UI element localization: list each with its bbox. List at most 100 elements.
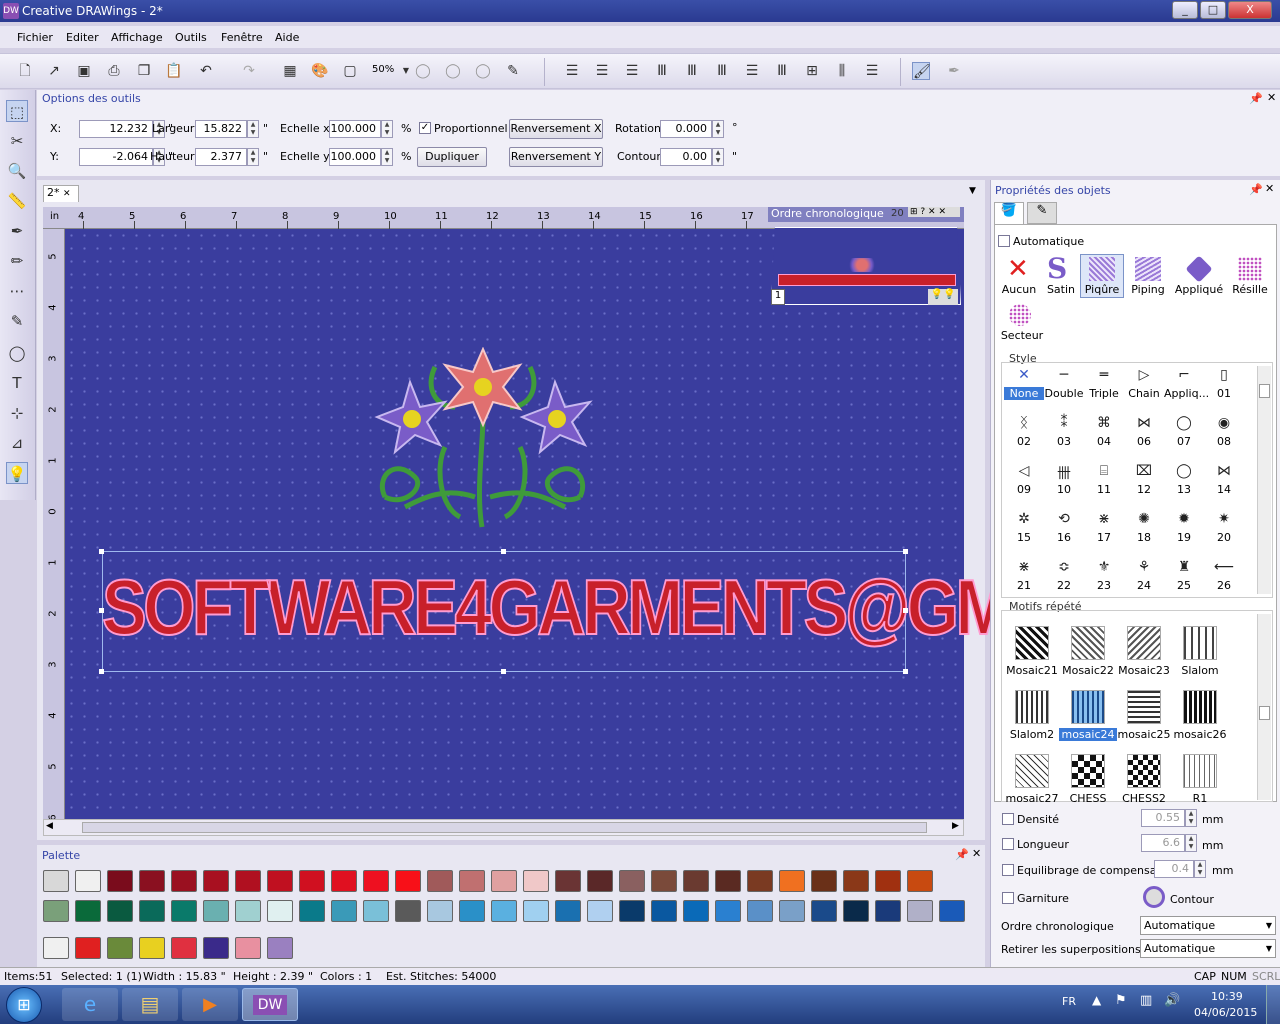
align-right-icon[interactable]: ☰ [623,62,641,80]
style-item[interactable]: Appliq... [1164,387,1209,400]
align-top-icon[interactable]: Ⅲ [653,62,671,80]
motif-mosaic27-icon[interactable] [1015,754,1049,788]
style-item[interactable]: 04 [1084,435,1124,448]
y-field[interactable]: -2.064 [79,148,153,166]
style-06-icon[interactable]: ⋈ [1124,415,1164,431]
embroidery-text[interactable]: SOFTWARE4GARMENTS@GMAIL.COM [101,545,1271,669]
style-Triple-icon[interactable]: ═ [1084,367,1124,383]
palette-swatch[interactable] [683,870,709,892]
equilibrage-spin[interactable]: ▲ ▼ [1194,860,1206,878]
props-close-icon[interactable]: ✕ [1265,182,1274,195]
menu-aide[interactable]: Aide [275,31,299,44]
palette-swatch[interactable] [331,900,357,922]
palette-swatch[interactable] [107,937,133,959]
show-desktop-button[interactable] [1266,985,1280,1024]
design-canvas[interactable]: SOFTWARE4GARMENTS@GMAIL.COM [65,229,1271,819]
style-07-icon[interactable]: ◯ [1164,415,1204,431]
palette-swatch[interactable] [235,900,261,922]
copy-icon[interactable]: ❐ [135,62,153,80]
longueur-checkbox[interactable] [1002,838,1014,850]
dupliquer-button[interactable]: Dupliquer [417,147,487,167]
style-item[interactable]: 26 [1204,579,1244,592]
motif-Mosaic23-icon[interactable] [1127,626,1161,660]
contour-field[interactable]: 0.00 [660,148,712,166]
style-01-icon[interactable]: ▯ [1204,367,1244,383]
palette-swatch[interactable] [235,870,261,892]
trim-icon[interactable]: ◯ [444,62,462,80]
handle-mr[interactable] [903,608,908,613]
rotation-spin[interactable]: ▲ ▼ [712,120,724,138]
style-item[interactable]: Triple [1084,387,1124,400]
type-piqure[interactable]: Piqûre [1080,283,1124,296]
style-18-icon[interactable]: ✺ [1124,511,1164,527]
style-23-icon[interactable]: ⚜ [1084,559,1124,575]
chrono-controls[interactable]: ⊞ ? ✕ ✕ [908,207,960,217]
space-v-icon[interactable]: ☰ [863,62,881,80]
palette-swatch[interactable] [267,870,293,892]
palette-swatch[interactable] [139,937,165,959]
palette-swatch[interactable] [587,870,613,892]
style-12-icon[interactable]: ⌧ [1124,463,1164,479]
clock-time[interactable]: 10:39 [1211,990,1243,1003]
print-icon[interactable]: ⎙ [105,62,123,80]
palette-swatch[interactable] [43,900,69,922]
tray-arrow-icon[interactable]: ▲ [1092,993,1101,1007]
zoom-value[interactable]: 50% [372,64,394,75]
palette-swatch[interactable] [619,900,645,922]
weld-icon[interactable]: ◯ [414,62,432,80]
palette-swatch[interactable] [523,900,549,922]
style-item[interactable]: 21 [1004,579,1044,592]
palette-swatch[interactable] [811,900,837,922]
motif-item[interactable]: CHESS2 [1115,792,1173,805]
type-satin[interactable]: Satin [1041,283,1081,296]
equilibrage-checkbox[interactable] [1002,864,1014,876]
zoom-tool-icon[interactable]: 🔍 [6,160,28,182]
handle-br[interactable] [903,669,908,674]
echelle-y-spin[interactable]: ▲ ▼ [381,148,393,166]
type-resille[interactable]: Résille [1227,283,1273,296]
style-08-icon[interactable]: ◉ [1204,415,1244,431]
doc-menu-icon[interactable]: ▼ [969,186,976,196]
palette-swatch[interactable] [587,900,613,922]
open-file-icon[interactable]: ↗ [45,62,63,80]
style-item[interactable]: 25 [1164,579,1204,592]
palette-swatch[interactable] [427,900,453,922]
text-tool-icon[interactable]: T [6,372,28,394]
densite-checkbox[interactable] [1002,813,1014,825]
longueur-spin[interactable]: ▲ ▼ [1185,834,1197,852]
palette-swatch[interactable] [907,870,933,892]
resille-icon[interactable] [1238,257,1262,281]
style-10-icon[interactable]: 卌 [1044,463,1084,483]
motif-mosaic24-icon[interactable] [1071,690,1105,724]
props-pin-icon[interactable]: 📌 [1249,183,1263,196]
style-item[interactable]: 06 [1124,435,1164,448]
motif-item[interactable]: Slalom [1171,664,1229,677]
style-03-icon[interactable]: ⁑ [1044,415,1084,431]
style-item[interactable]: 24 [1124,579,1164,592]
palette-swatch[interactable] [203,900,229,922]
palette-icon[interactable]: 🎨 [311,62,329,80]
style-09-icon[interactable]: ◁ [1004,463,1044,479]
palette-swatch[interactable] [171,900,197,922]
align-center-icon[interactable]: ☰ [593,62,611,80]
handle-tl[interactable] [99,549,104,554]
palette-swatch[interactable] [555,870,581,892]
style-item[interactable]: 14 [1204,483,1244,496]
stitch-tool-icon[interactable]: ⋯ [6,280,28,302]
palette-swatch[interactable] [299,870,325,892]
pin-icon[interactable]: 📌 [1249,92,1263,105]
crop-tool-icon[interactable]: ⊹ [6,402,28,424]
language-indicator[interactable]: FR [1062,995,1076,1008]
style-11-icon[interactable]: ⌸ [1084,463,1124,479]
tray-network-icon[interactable]: ▥ [1140,993,1152,1008]
motif-item[interactable]: Mosaic21 [1003,664,1061,677]
palette-swatch[interactable] [107,900,133,922]
distribute-v-icon[interactable]: Ⅲ [773,62,791,80]
type-applique[interactable]: Appliqué [1174,283,1224,296]
redo-icon[interactable]: ↷ [240,62,258,80]
motif-item[interactable]: Mosaic22 [1059,664,1117,677]
style-20-icon[interactable]: ✷ [1204,511,1244,527]
palette-swatch[interactable] [43,870,69,892]
style-item[interactable]: 13 [1164,483,1204,496]
motif-item[interactable]: R1 [1171,792,1229,805]
